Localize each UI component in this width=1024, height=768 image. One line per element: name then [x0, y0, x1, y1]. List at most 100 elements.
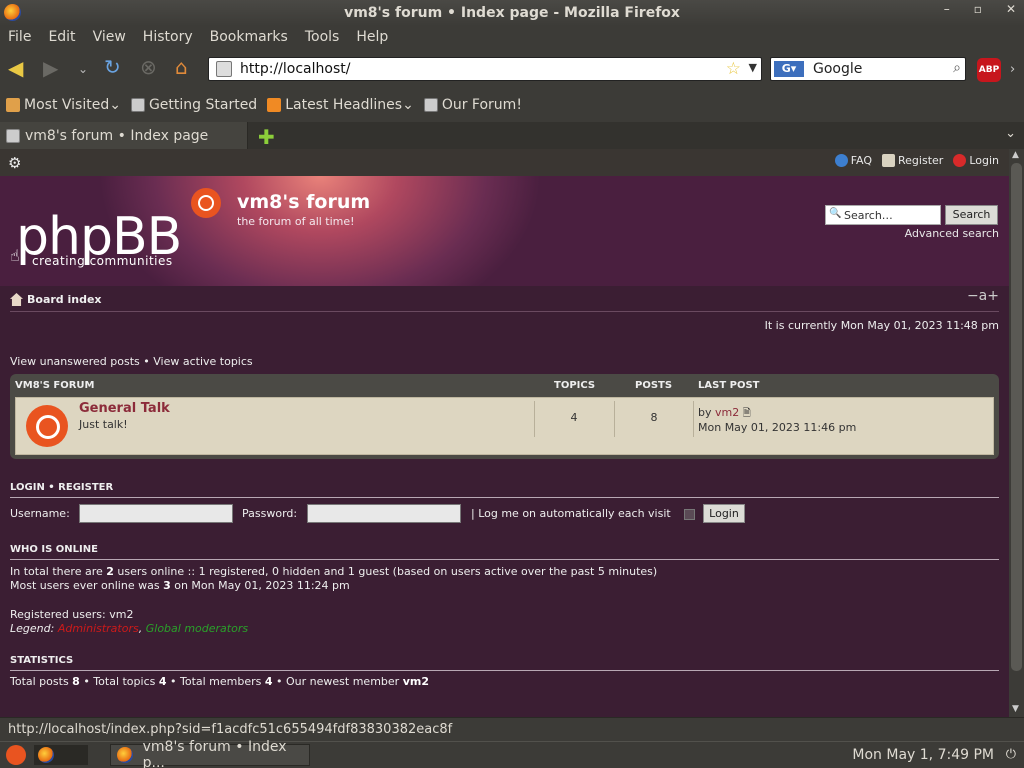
bookmark-star-icon[interactable]: ☆ — [726, 59, 741, 79]
menu-help[interactable]: Help — [356, 29, 388, 45]
quick-links[interactable]: View unanswered posts • View active topi… — [10, 355, 253, 368]
stop-icon[interactable]: ⊗ — [140, 57, 157, 77]
legend-administrators[interactable]: Administrators — [58, 622, 139, 635]
site-identity-icon[interactable] — [216, 61, 232, 77]
status-bar: http://localhost/index.php?sid=f1acdfc51… — [0, 717, 1024, 741]
online-record-text: Most users ever online was 3 on Mon May … — [10, 579, 350, 592]
page-icon — [130, 98, 145, 112]
home-icon[interactable]: ⌂ — [175, 57, 188, 77]
phpbb-logo-subtitle: creating communities — [32, 254, 173, 268]
forum-top-strip: ⚙ FAQ Register Login — [0, 149, 1009, 176]
status-url: http://localhost/index.php?sid=f1acdfc51… — [8, 722, 453, 737]
menu-bookmarks[interactable]: Bookmarks — [210, 29, 288, 45]
tab-forum-index[interactable]: vm8's forum • Index page — [0, 122, 248, 149]
online-count: 2 — [106, 565, 114, 578]
autologin-checkbox[interactable] — [684, 509, 695, 520]
divider — [10, 670, 999, 671]
window-titlebar: vm8's forum • Index page - Mozilla Firef… — [0, 0, 1024, 26]
text-part: users online :: 1 registered, 0 hidden a… — [113, 565, 658, 578]
navigation-toolbar: ◀ ▶ ⌄ ↻ ⊗ ⌂ http://localhost/ ☆ ▼ G▾ Goo… — [0, 50, 1024, 88]
power-icon[interactable]: ⏻ — [1006, 747, 1016, 762]
faq-link[interactable]: FAQ — [834, 154, 873, 167]
menu-edit[interactable]: Edit — [48, 29, 75, 45]
forum-search-input[interactable]: Search… — [825, 205, 941, 225]
list-tabs-icon[interactable]: ⌄ — [1005, 126, 1016, 141]
advanced-search-link[interactable]: Advanced search — [905, 227, 999, 240]
minimize-button[interactable]: – — [944, 2, 950, 16]
bookmark-getting-started[interactable]: Getting Started — [130, 97, 257, 113]
history-dropdown-icon[interactable]: ⌄ — [78, 59, 88, 79]
close-button[interactable]: ✕ — [1006, 2, 1016, 16]
ubuntu-logo-icon: ⚙ — [8, 154, 22, 172]
search-bar[interactable]: G▾ Google ⌕ — [770, 57, 966, 81]
scrollbar-thumb[interactable] — [1011, 163, 1022, 671]
chevron-down-icon: ⌄ — [402, 97, 414, 113]
menu-history[interactable]: History — [143, 29, 193, 45]
adblock-icon[interactable]: ABP — [977, 58, 1001, 82]
newest-member-link[interactable]: vm2 — [403, 675, 429, 688]
search-icon[interactable]: ⌕ — [953, 60, 961, 76]
new-tab-icon[interactable]: ✚ — [258, 125, 275, 149]
breadcrumb[interactable]: Board index — [10, 293, 102, 306]
total-members: 4 — [264, 675, 273, 688]
bookmark-label: Most Visited — [24, 97, 110, 113]
url-text[interactable]: http://localhost/ — [240, 61, 350, 77]
ubuntu-menu-icon[interactable] — [6, 745, 26, 765]
maximize-button[interactable]: ▫ — [974, 2, 982, 16]
password-field[interactable] — [307, 504, 461, 523]
site-title: vm8's forum — [237, 191, 371, 213]
font-size-control[interactable]: −a+ — [967, 288, 999, 304]
login-label: Login — [969, 154, 999, 167]
scroll-down-icon[interactable]: ▼ — [1012, 704, 1019, 714]
online-total-text: In total there are 2 users online :: 1 r… — [10, 565, 657, 578]
most-visited-icon — [6, 98, 20, 112]
bookmark-label: Latest Headlines — [285, 97, 403, 113]
bookmark-our-forum[interactable]: Our Forum! — [423, 97, 522, 113]
menu-view[interactable]: View — [93, 29, 126, 45]
register-link[interactable]: Register — [882, 154, 943, 167]
scroll-up-icon[interactable]: ▲ — [1012, 150, 1019, 160]
text-part: on Mon May 01, 2023 11:24 pm — [170, 579, 350, 592]
login-heading[interactable]: LOGIN • REGISTER — [10, 482, 113, 493]
menu-bar: File Edit View History Bookmarks Tools H… — [0, 26, 1024, 48]
forward-icon[interactable]: ▶ — [43, 58, 58, 78]
forum-search-button[interactable]: Search — [945, 205, 998, 225]
register-icon — [882, 154, 896, 167]
password-label: Password: — [242, 507, 298, 520]
divider — [10, 311, 999, 312]
posts-count: 8 — [650, 411, 658, 424]
power-icon — [953, 154, 967, 167]
url-dropdown-icon[interactable]: ▼ — [749, 61, 757, 74]
bookmark-latest-headlines[interactable]: Latest Headlines ⌄ — [267, 97, 414, 113]
clock[interactable]: Mon May 1, 7:49 PM — [852, 747, 994, 763]
forum-list-table: VM8'S FORUM TOPICS POSTS LAST POST Gener… — [10, 374, 999, 459]
reload-icon[interactable]: ↻ — [104, 57, 121, 77]
google-engine-icon[interactable]: G▾ — [774, 61, 804, 77]
column-divider — [693, 401, 694, 437]
last-post-author-link[interactable]: vm2 — [715, 406, 739, 419]
login-button[interactable]: Login — [703, 504, 745, 523]
firefox-launcher-icon[interactable] — [34, 745, 88, 765]
text-part: Total posts — [10, 675, 73, 688]
url-bar[interactable]: http://localhost/ ☆ ▼ — [208, 57, 762, 81]
window-controls: – ▫ ✕ — [944, 2, 1016, 16]
taskbar-window-button[interactable]: vm8's forum • Index p... — [110, 739, 310, 768]
faq-label: FAQ — [850, 154, 873, 167]
login-link[interactable]: Login — [953, 154, 999, 167]
forum-row: General Talk Just talk! 4 8 by vm2 🗎 Mon… — [15, 397, 994, 455]
vertical-scrollbar[interactable]: ▲ ▼ — [1009, 149, 1024, 717]
username-field[interactable] — [79, 504, 233, 523]
forum-name-link[interactable]: General Talk — [79, 401, 170, 416]
registered-users: Registered users: vm2 — [10, 608, 134, 621]
legend-global-moderators[interactable]: Global moderators — [146, 622, 248, 635]
menu-file[interactable]: File — [8, 29, 31, 45]
online-record-count: 3 — [163, 579, 171, 592]
view-latest-post-icon[interactable]: 🗎 — [743, 408, 751, 419]
back-icon[interactable]: ◀ — [8, 58, 23, 78]
search-field-text[interactable]: Google — [813, 61, 862, 77]
register-label: Register — [898, 154, 944, 167]
firefox-icon — [4, 4, 21, 21]
overflow-chevron-icon[interactable]: › — [1010, 60, 1015, 80]
menu-tools[interactable]: Tools — [305, 29, 340, 45]
bookmark-most-visited[interactable]: Most Visited ⌄ — [6, 97, 121, 113]
